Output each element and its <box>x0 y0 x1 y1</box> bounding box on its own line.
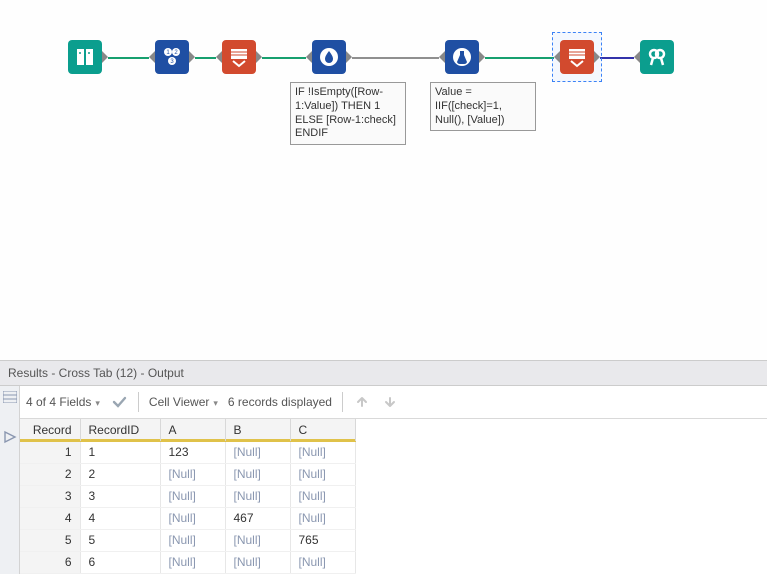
results-gutter <box>0 386 20 574</box>
results-panel-title: Results - Cross Tab (12) - Output <box>0 360 767 386</box>
output-anchor-icon[interactable] <box>594 51 600 63</box>
table-row[interactable]: 11123[Null][Null] <box>20 441 355 463</box>
connection[interactable] <box>195 57 216 59</box>
tool-annotation[interactable]: Value = IIF([check]=1, Null(), [Value]) <box>430 82 536 131</box>
output-anchor-icon[interactable] <box>256 51 262 63</box>
table-cell[interactable]: [Null] <box>160 485 225 507</box>
table-row[interactable]: 22[Null][Null][Null] <box>20 463 355 485</box>
layout-icon[interactable] <box>3 390 17 404</box>
input-anchor-icon[interactable] <box>306 51 312 63</box>
table-cell[interactable]: [Null] <box>290 485 355 507</box>
table-cell[interactable]: [Null] <box>290 463 355 485</box>
cell-viewer-dropdown[interactable]: Cell Viewer▾ <box>149 395 218 409</box>
table-cell[interactable]: 765 <box>290 529 355 551</box>
output-anchor-icon[interactable] <box>189 51 195 63</box>
table-cell[interactable]: 4 <box>80 507 160 529</box>
column-header[interactable]: C <box>290 419 355 441</box>
output-anchor-icon[interactable] <box>102 51 108 63</box>
table-cell[interactable]: [Null] <box>225 463 290 485</box>
record-pointer-icon <box>3 430 17 444</box>
records-displayed-label: 6 records displayed <box>228 395 332 409</box>
cross-tab-tool[interactable] <box>222 40 256 74</box>
output-anchor-icon[interactable] <box>346 51 352 63</box>
table-row[interactable]: 55[Null][Null]765 <box>20 529 355 551</box>
column-header[interactable]: A <box>160 419 225 441</box>
table-cell[interactable]: 467 <box>225 507 290 529</box>
formula-tool[interactable] <box>445 40 479 74</box>
table-cell[interactable]: [Null] <box>290 441 355 463</box>
record-id-tool[interactable]: 123 <box>155 40 189 74</box>
table-cell[interactable]: 5 <box>20 529 80 551</box>
table-cell[interactable]: 2 <box>20 463 80 485</box>
next-record-icon[interactable] <box>381 393 399 411</box>
prev-record-icon[interactable] <box>353 393 371 411</box>
table-cell[interactable]: 1 <box>20 441 80 463</box>
workflow-canvas[interactable]: 123 IF !IsEmpty([Row-1:Value]) THEN 1 ELS… <box>0 0 767 360</box>
cross-tab-tool-selected[interactable] <box>560 40 594 74</box>
connection[interactable] <box>262 57 306 59</box>
table-cell[interactable]: 4 <box>20 507 80 529</box>
table-cell[interactable]: [Null] <box>290 507 355 529</box>
table-cell[interactable]: [Null] <box>160 507 225 529</box>
connection[interactable] <box>108 57 149 59</box>
output-anchor-icon[interactable] <box>479 51 485 63</box>
table-cell[interactable]: 2 <box>80 463 160 485</box>
connection[interactable] <box>352 57 439 59</box>
table-cell[interactable]: [Null] <box>160 463 225 485</box>
fields-dropdown[interactable]: 4 of 4 Fields▾ <box>26 395 100 409</box>
connection[interactable] <box>600 57 634 59</box>
input-anchor-icon[interactable] <box>216 51 222 63</box>
table-cell[interactable]: [Null] <box>225 441 290 463</box>
table-cell[interactable]: 3 <box>80 485 160 507</box>
connection[interactable] <box>485 57 554 59</box>
table-cell[interactable]: [Null] <box>160 529 225 551</box>
table-cell[interactable]: [Null] <box>290 551 355 573</box>
table-cell[interactable]: [Null] <box>225 485 290 507</box>
results-toolbar: 4 of 4 Fields▾ Cell Viewer▾ 6 records di… <box>20 386 767 419</box>
table-cell[interactable]: [Null] <box>225 529 290 551</box>
table-cell[interactable]: [Null] <box>160 551 225 573</box>
input-anchor-icon[interactable] <box>149 51 155 63</box>
table-cell[interactable]: [Null] <box>225 551 290 573</box>
input-anchor-icon[interactable] <box>634 51 640 63</box>
table-row[interactable]: 33[Null][Null][Null] <box>20 485 355 507</box>
text-input-tool[interactable] <box>68 40 102 74</box>
table-cell[interactable]: 6 <box>20 551 80 573</box>
results-grid[interactable]: RecordRecordIDABC 11123[Null][Null]22[Nu… <box>20 419 356 574</box>
table-cell[interactable]: 3 <box>20 485 80 507</box>
table-cell[interactable]: 6 <box>80 551 160 573</box>
table-row[interactable]: 44[Null]467[Null] <box>20 507 355 529</box>
column-header[interactable]: B <box>225 419 290 441</box>
table-cell[interactable]: 5 <box>80 529 160 551</box>
table-cell[interactable]: 1 <box>80 441 160 463</box>
table-row[interactable]: 66[Null][Null][Null] <box>20 551 355 573</box>
table-cell[interactable]: 123 <box>160 441 225 463</box>
tool-annotation[interactable]: IF !IsEmpty([Row-1:Value]) THEN 1 ELSE [… <box>290 82 406 145</box>
apply-check-icon[interactable] <box>110 393 128 411</box>
column-header[interactable]: RecordID <box>80 419 160 441</box>
column-header[interactable]: Record <box>20 419 80 441</box>
input-anchor-icon[interactable] <box>439 51 445 63</box>
multi-row-formula-tool[interactable] <box>312 40 346 74</box>
input-anchor-icon[interactable] <box>554 51 560 63</box>
browse-tool[interactable] <box>640 40 674 74</box>
